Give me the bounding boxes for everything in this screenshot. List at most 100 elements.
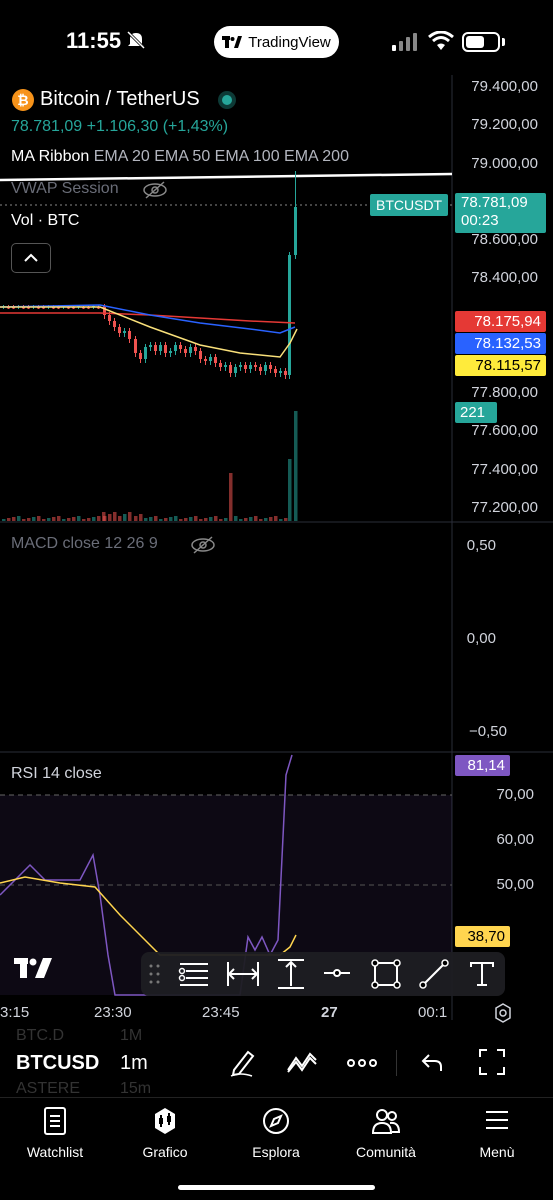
drag-handle-icon[interactable]	[148, 962, 162, 986]
menu-icon	[486, 1111, 508, 1129]
tab-grafico[interactable]: Grafico	[110, 1106, 220, 1160]
candle-body	[269, 365, 272, 369]
volume-bar	[97, 516, 101, 521]
trend-line-icon[interactable]	[418, 958, 450, 990]
rsi-value-tag: 81,14	[455, 755, 510, 776]
ghost-interval: 1M	[120, 1027, 143, 1044]
bitcoin-logo-icon: ₿	[12, 89, 34, 111]
volume-bar	[179, 519, 183, 521]
date-range-icon[interactable]	[226, 960, 260, 988]
candle-body	[234, 367, 237, 373]
horizontal-ray-icon[interactable]	[322, 962, 352, 984]
symbol-selector-button[interactable]: BTCUSD	[16, 1052, 99, 1075]
ma-ribbon-legend[interactable]: MA Ribbon EMA 20 EMA 50 EMA 100 EMA 200	[11, 148, 349, 166]
rectangle-icon[interactable]	[370, 958, 402, 990]
eye-hidden-icon[interactable]	[142, 180, 168, 200]
volume-bar	[244, 518, 248, 521]
volume-bar	[214, 516, 218, 521]
rsi-legend[interactable]: RSI 14 close	[11, 765, 102, 783]
volume-bar	[204, 518, 208, 521]
volume-bar	[57, 516, 61, 521]
fib-retracement-icon[interactable]	[178, 960, 210, 988]
volume-bar	[2, 519, 6, 521]
volume-bar	[7, 518, 11, 521]
time-tick: 3:15	[0, 1004, 30, 1021]
ma-tag-red: 78.175,94	[455, 311, 546, 332]
market-open-indicator	[218, 91, 236, 109]
moving-averages-group	[0, 304, 298, 358]
candle-body	[144, 347, 147, 359]
community-icon	[371, 1109, 401, 1134]
candle-body	[224, 365, 227, 367]
compass-icon	[263, 1108, 289, 1134]
candle-body	[254, 365, 257, 367]
volume-bar	[32, 517, 36, 521]
candle-body	[244, 365, 247, 369]
more-options-icon[interactable]	[347, 1058, 377, 1068]
time-tick: 23:45	[202, 1004, 240, 1021]
candle-body	[264, 365, 267, 371]
volume-bar	[269, 517, 273, 521]
volume-bar	[108, 514, 112, 521]
candle-body	[164, 345, 167, 353]
collapse-legend-button[interactable]	[11, 243, 51, 273]
price-tick: 77.400,00	[471, 461, 538, 478]
volume-bar	[264, 518, 268, 521]
volume-bar	[87, 518, 91, 521]
drawing-pen-icon[interactable]	[228, 1048, 256, 1078]
tab-esplora[interactable]: Esplora	[221, 1106, 331, 1160]
last-price-value: 78.781,09	[461, 194, 528, 211]
status-time: 11:55	[66, 28, 122, 53]
tab-label: Watchlist	[26, 1144, 84, 1160]
volume-bar	[123, 514, 127, 521]
macd-tick: −0,50	[469, 723, 507, 740]
candle-body	[274, 369, 277, 373]
tradingview-logo-icon	[222, 36, 243, 48]
candle-body	[189, 347, 192, 353]
candle-body	[249, 365, 252, 369]
tab-label: Grafico	[142, 1144, 188, 1160]
volume-bar	[144, 518, 148, 521]
macd-legend[interactable]: MACD close 12 26 9	[11, 535, 158, 553]
settings-gear-icon[interactable]	[493, 1003, 513, 1023]
price-range-icon[interactable]	[276, 958, 306, 990]
tab-comunita[interactable]: Comunità	[331, 1106, 441, 1160]
time-tick: 00:1	[418, 1004, 448, 1021]
text-tool-icon[interactable]	[468, 960, 496, 988]
ma-tag-yellow: 78.115,57	[455, 355, 546, 376]
volume-bar	[12, 517, 16, 521]
fullscreen-icon[interactable]	[478, 1048, 506, 1076]
volume-bar	[224, 518, 228, 521]
volume-bar	[189, 517, 193, 521]
eye-hidden-icon[interactable]	[190, 535, 216, 555]
volume-bar	[67, 518, 71, 521]
time-tick-date: 27	[321, 1004, 338, 1021]
home-indicator	[178, 1185, 375, 1190]
volume-bar	[149, 517, 153, 521]
symbol-price-tag: BTCUSDT	[370, 194, 449, 216]
candle-body	[199, 351, 202, 359]
rsi-tick: 70,00	[496, 786, 534, 803]
badge-label: TradingView	[248, 33, 331, 51]
volume-legend[interactable]: Vol · BTC	[11, 212, 79, 230]
vwap-legend[interactable]: VWAP Session	[11, 180, 119, 198]
indicators-icon[interactable]	[286, 1052, 318, 1074]
candle-body	[214, 357, 217, 363]
tab-label: Menù	[479, 1144, 515, 1160]
symbol-title[interactable]: Bitcoin / TetherUS	[40, 88, 200, 111]
interval-selector-button[interactable]: 1m	[120, 1052, 148, 1075]
volume-bar	[294, 411, 298, 521]
candle-body	[229, 365, 232, 373]
candle-body	[123, 331, 126, 333]
tab-menu[interactable]: Menù	[442, 1106, 552, 1160]
volume-bar	[118, 516, 122, 521]
candle-body	[259, 367, 262, 371]
volume-bar	[72, 517, 76, 521]
candle-body	[159, 345, 162, 351]
volume-bar	[103, 516, 107, 521]
tab-watchlist[interactable]: Watchlist	[0, 1106, 110, 1160]
candle-body	[113, 321, 116, 327]
candle-body	[134, 339, 137, 353]
undo-icon[interactable]	[420, 1052, 444, 1072]
candle-body	[204, 359, 207, 361]
